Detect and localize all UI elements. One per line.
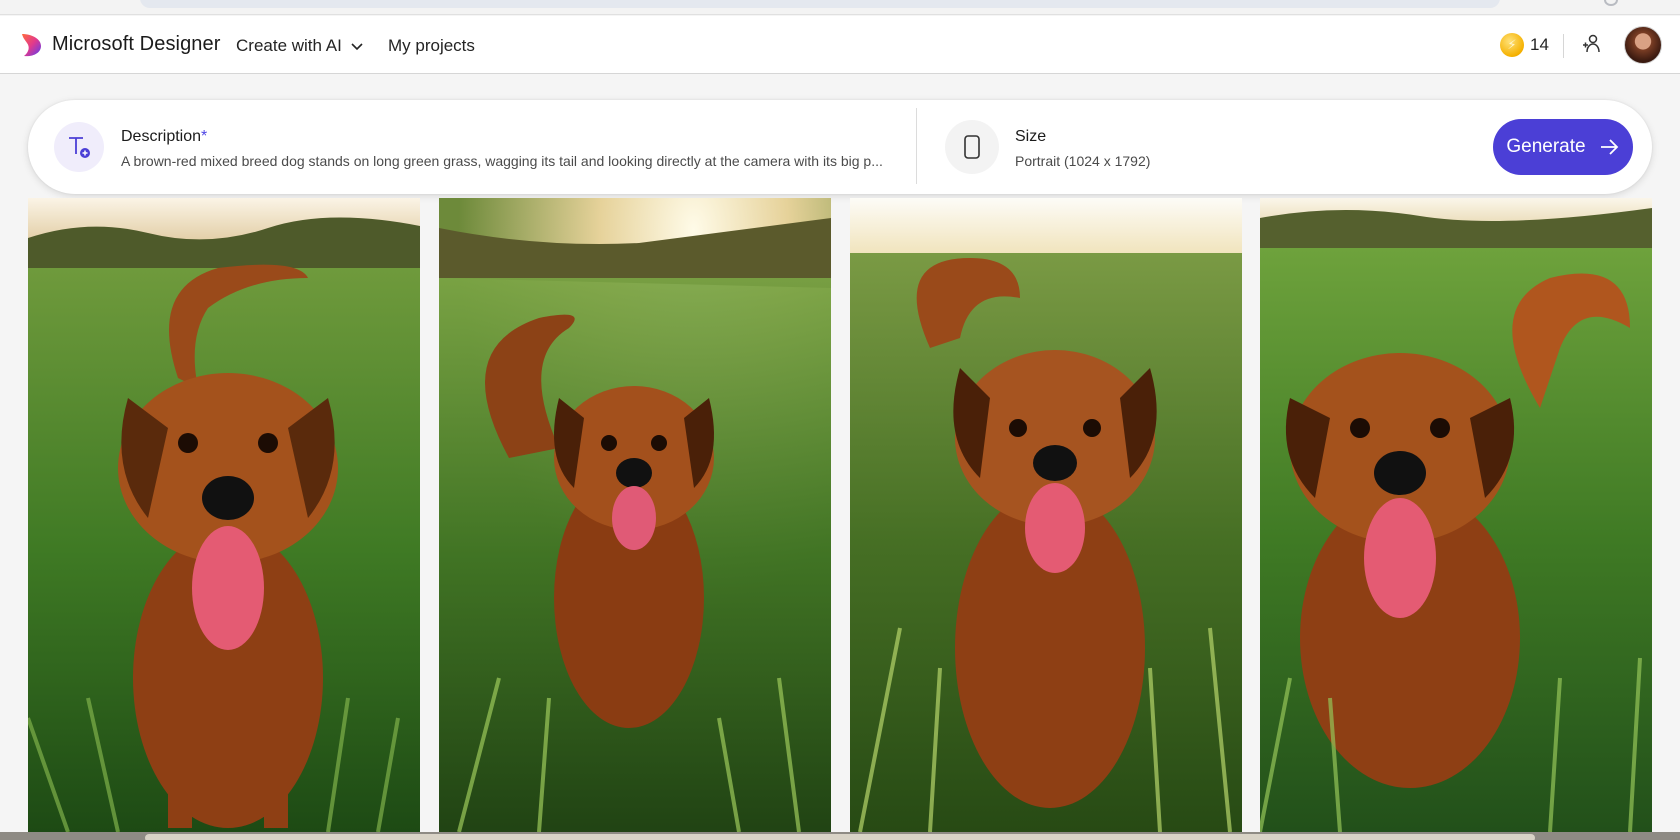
description-icon-button[interactable] [54,122,104,172]
create-with-ai-label: Create with AI [236,36,342,55]
boost-credits[interactable]: ⚡ 14 [1500,33,1549,57]
required-mark: * [201,128,208,145]
arrow-right-icon [1600,139,1618,155]
header-divider [1563,34,1564,58]
generate-label: Generate [1506,136,1586,157]
create-with-ai-menu[interactable]: Create with AI [236,36,364,56]
size-icon-button[interactable] [945,120,999,174]
dog-photo-icon [439,198,831,832]
coin-count: 14 [1530,35,1549,54]
text-add-icon [69,137,90,158]
description-label: Description* [121,128,207,146]
generated-image-3[interactable] [850,198,1242,832]
generated-image-2[interactable] [439,198,831,832]
description-input[interactable]: A brown-red mixed breed dog stands on lo… [121,153,921,169]
portrait-size-icon [964,135,980,159]
generate-button[interactable]: Generate [1493,119,1633,175]
size-label: Size [1015,128,1047,145]
share-people-icon[interactable] [1580,33,1602,55]
user-avatar[interactable] [1624,26,1662,64]
coin-icon: ⚡ [1500,33,1524,57]
my-projects-link[interactable]: My projects [388,36,475,56]
size-value[interactable]: Portrait (1024 x 1792) [1015,153,1150,169]
dog-photo-icon [1260,198,1652,832]
chevron-down-icon [351,43,363,51]
generated-image-1[interactable] [28,198,420,832]
brand-name[interactable]: Microsoft Designer [52,33,221,56]
dog-photo-icon [28,198,420,832]
browser-address-bar[interactable] [140,0,1500,8]
bottom-edge [0,832,1680,840]
prompt-bar: Description* A brown-red mixed breed dog… [28,100,1652,194]
dog-photo-icon [850,198,1242,832]
horizontal-scrollbar[interactable] [145,834,1535,840]
generated-images-grid [28,198,1652,832]
microsoft-designer-logo-icon[interactable] [20,32,42,58]
browser-profile-icon[interactable] [1604,0,1618,6]
generated-image-4[interactable] [1260,198,1652,832]
description-label-text: Description [121,128,202,145]
prompt-divider [916,108,917,184]
app-header: Microsoft Designer Create with AI My pro… [0,16,1680,74]
browser-chrome [0,0,1680,15]
